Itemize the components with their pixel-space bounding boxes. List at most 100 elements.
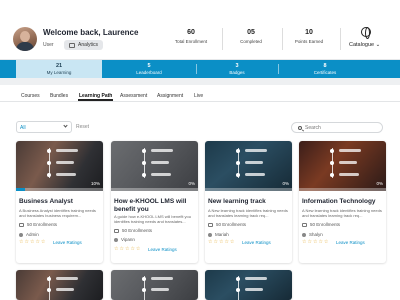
path-bar <box>245 288 263 291</box>
learning-path-card[interactable] <box>111 270 198 300</box>
tab-assignment[interactable]: Assignment <box>157 93 183 99</box>
enrollment-text: 50 Enrollments <box>27 222 58 227</box>
author: Shalyn <box>302 232 323 237</box>
chevron-down-icon <box>63 123 68 128</box>
card-title[interactable]: Information Technology <box>302 198 384 206</box>
divider <box>278 64 279 74</box>
progress-bar <box>299 188 386 191</box>
path-node <box>142 149 146 153</box>
path-node <box>330 149 334 153</box>
path-node <box>47 161 51 165</box>
stat-total-enrollment: 60 Total Enrollment <box>166 29 216 44</box>
tab-courses[interactable]: Courses <box>21 93 40 99</box>
status-count: 8 <box>323 63 327 69</box>
card-thumbnail: 0% <box>299 141 386 191</box>
status-my-learning[interactable]: 21 My Learning <box>16 60 102 78</box>
search-input[interactable]: Search <box>291 122 383 133</box>
learning-path-card[interactable] <box>16 270 103 300</box>
status-badges[interactable]: 3 Badges <box>198 60 276 78</box>
card-title[interactable]: How e-KHOOL LMS will benefit you <box>114 198 196 214</box>
rating-stars[interactable]: ☆☆☆☆☆ <box>19 239 46 245</box>
progress-bar <box>16 188 103 191</box>
card-title[interactable]: New learning track <box>208 198 290 206</box>
status-leaderboard[interactable]: 5 Leaderboard <box>104 60 194 78</box>
enrollment-count: 50 Enrollments <box>302 222 340 227</box>
user-icon <box>208 232 212 237</box>
card-description: A New learning track identifies training… <box>302 208 382 218</box>
profile-header: Welcome back, Laurence User Analytics 60… <box>0 0 400 60</box>
divider <box>222 28 223 50</box>
reset-button[interactable]: Reset <box>76 124 89 130</box>
user-icon <box>114 237 118 242</box>
tab-bundles[interactable]: Bundles <box>50 93 68 99</box>
progress-percent: 0% <box>188 181 195 186</box>
leave-ratings-link[interactable]: Leave Ratings <box>148 247 177 252</box>
stat-label: Points Earned <box>294 39 324 44</box>
status-certificates[interactable]: 8 Certificates <box>280 60 370 78</box>
catalogue-dropdown[interactable]: Catalogue ⌄ <box>349 42 380 48</box>
stat-value: 05 <box>247 29 255 36</box>
card-thumbnail <box>16 270 103 300</box>
learning-path-card[interactable]: 0% New learning track A New learning tra… <box>205 141 292 263</box>
card-thumbnail <box>205 270 292 300</box>
leave-ratings-link[interactable]: Leave Ratings <box>53 240 82 245</box>
path-node <box>142 161 146 165</box>
path-node <box>47 277 51 281</box>
filter-select[interactable]: All <box>16 121 72 133</box>
rating-stars[interactable]: ☆☆☆☆☆ <box>114 246 141 252</box>
learning-path-card[interactable]: 0% How e-KHOOL LMS will benefit you A gu… <box>111 141 198 263</box>
active-tab-indicator <box>78 99 113 101</box>
progress-percent: 0% <box>376 181 383 186</box>
author: Vipann <box>114 237 135 242</box>
path-bar <box>245 173 265 176</box>
globe-icon[interactable] <box>361 27 371 39</box>
card-title[interactable]: Business Analyst <box>19 198 101 206</box>
card-description: A guide how e-KHOOL LMS will benefit you… <box>114 214 192 224</box>
welcome-text: Welcome back, Laurence <box>43 28 139 37</box>
rating-stars[interactable]: ☆☆☆☆☆ <box>208 239 235 245</box>
analytics-button[interactable]: Analytics <box>64 40 104 50</box>
path-node <box>142 288 146 292</box>
progress-percent: 10% <box>90 181 100 186</box>
path-bar <box>151 173 171 176</box>
users-icon <box>302 222 307 227</box>
leave-ratings-link[interactable]: Leave Ratings <box>336 240 365 245</box>
path-node <box>330 173 334 177</box>
path-bar <box>151 161 169 164</box>
divider <box>196 64 197 74</box>
divider <box>282 28 283 50</box>
progress-bar <box>205 188 292 191</box>
path-bar <box>245 161 263 164</box>
filter-value: All <box>20 125 26 131</box>
progress-fill <box>16 188 25 191</box>
path-node <box>142 173 146 177</box>
rating-stars[interactable]: ☆☆☆☆☆ <box>302 239 329 245</box>
path-bar <box>56 149 78 152</box>
enrollment-count: 50 Enrollments <box>114 228 152 233</box>
status-count: 3 <box>235 63 239 69</box>
path-node <box>47 288 51 292</box>
user-role: User <box>43 42 54 48</box>
leave-ratings-link[interactable]: Leave Ratings <box>242 240 271 245</box>
stat-value: 60 <box>187 29 195 36</box>
progress-percent: 0% <box>282 181 289 186</box>
path-bar <box>56 288 74 291</box>
tab-assessment[interactable]: Assessment <box>120 93 147 99</box>
path-node <box>47 149 51 153</box>
avatar[interactable] <box>13 27 37 51</box>
learning-path-card[interactable]: 10% Business Analyst A Business Analyst … <box>16 141 103 263</box>
card-thumbnail: 0% <box>205 141 292 191</box>
path-node <box>236 161 240 165</box>
tab-live[interactable]: Live <box>194 93 203 99</box>
path-bar <box>56 161 74 164</box>
learning-path-card[interactable] <box>205 270 292 300</box>
card-description: A Business Analyst identifies training n… <box>19 208 96 218</box>
path-node <box>142 277 146 281</box>
search-placeholder: Search <box>305 125 321 131</box>
path-node <box>236 288 240 292</box>
progress-bar <box>111 188 198 191</box>
learning-path-card[interactable]: 0% Information Technology A New learning… <box>299 141 386 263</box>
enrollment-text: 50 Enrollments <box>122 228 153 233</box>
content-tabs: Courses Bundles Learning Path Assessment… <box>0 85 400 102</box>
path-bar <box>151 288 169 291</box>
